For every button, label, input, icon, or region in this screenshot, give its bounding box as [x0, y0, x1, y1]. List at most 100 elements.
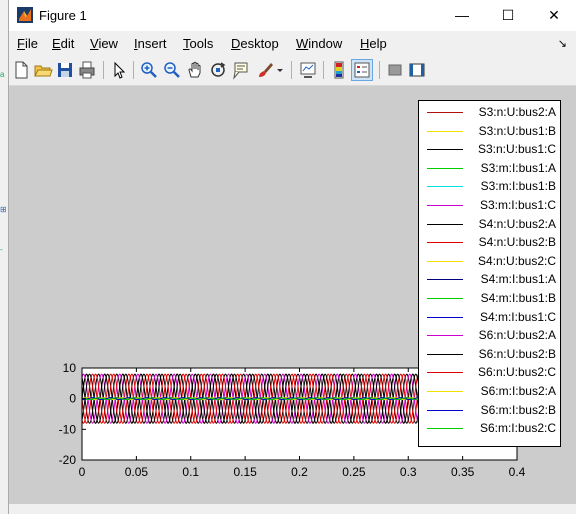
legend-line-swatch: [427, 428, 463, 430]
insert-colorbar-icon[interactable]: [329, 60, 349, 80]
menu-insert[interactable]: Insert: [134, 36, 167, 51]
legend-entry[interactable]: S3:n:U:bus1:B: [419, 123, 560, 141]
show-plot-tools-icon[interactable]: [407, 60, 427, 80]
legend-line-swatch: [427, 223, 463, 225]
figure-window: Figure 1 — ☐ ✕ File Edit View Insert Too…: [8, 0, 576, 514]
legend-label: S4:m:I:bus1:B: [480, 291, 556, 305]
legend-line-swatch: [427, 335, 463, 337]
legend-entry[interactable]: S4:n:U:bus2:C: [419, 253, 560, 271]
legend-entry[interactable]: S3:m:I:bus1:C: [419, 197, 560, 215]
legend-entry[interactable]: S4:m:I:bus1:B: [419, 290, 560, 308]
y-tick-label: -20: [59, 453, 77, 467]
menu-edit[interactable]: Edit: [52, 36, 74, 51]
legend-label: S4:m:I:bus1:A: [480, 272, 556, 287]
legend-entry[interactable]: S4:n:U:bus2:A: [419, 216, 560, 234]
x-tick-label: 0.2: [291, 465, 308, 479]
legend-box[interactable]: S3:n:U:bus2:A S3:n:U:bus1:B S3:n:U:bus1:C S…: [418, 100, 561, 447]
legend-line-swatch: [427, 372, 463, 374]
menu-file[interactable]: File: [17, 36, 38, 51]
print-icon[interactable]: [77, 60, 97, 80]
toolbar-separator: [323, 61, 324, 79]
legend-entry[interactable]: S4:n:U:bus2:B: [419, 234, 560, 252]
legend-label: S3:m:I:bus1:C: [479, 198, 556, 212]
toolbar-separator: [133, 61, 134, 79]
y-tick-label: -10: [59, 422, 77, 436]
legend-line-swatch: [427, 130, 463, 132]
legend-entry[interactable]: S4:m:I:bus1:C: [419, 309, 560, 327]
legend-label: S6:m:I:bus2:A: [480, 384, 556, 398]
legend-line-swatch: [427, 167, 463, 169]
legend-label: S3:m:I:bus1:B: [480, 179, 556, 194]
pan-hand-icon[interactable]: [185, 60, 205, 80]
open-file-icon[interactable]: [33, 60, 53, 80]
legend-entry[interactable]: S6:m:I:bus2:A: [419, 383, 560, 401]
hide-plot-tools-icon[interactable]: [385, 60, 405, 80]
legend-label: S4:n:U:bus2:C: [477, 253, 556, 268]
legend-line-swatch: [427, 260, 463, 262]
close-button[interactable]: ✕: [531, 0, 576, 31]
menu-help[interactable]: Help: [360, 36, 387, 51]
legend-line-swatch: [427, 391, 463, 392]
background-window-fragment: -: [0, 245, 3, 254]
minimize-button[interactable]: —: [439, 0, 485, 31]
edit-plot-arrow-icon[interactable]: [109, 60, 129, 80]
legend-label: S6:n:U:bus2:B: [478, 346, 556, 361]
legend-line-swatch: [427, 186, 463, 188]
legend-entry[interactable]: S3:m:I:bus1:A: [419, 160, 560, 178]
legend-line-swatch: [427, 149, 463, 151]
zoom-out-icon[interactable]: [162, 60, 182, 80]
menu-window[interactable]: Window: [296, 36, 342, 51]
background-window-fragment: ⊞: [0, 205, 7, 214]
x-tick-label: 0.3: [400, 465, 417, 479]
brush-dropdown-icon[interactable]: [275, 60, 285, 80]
figure-canvas: 0 0.05 0.1 0.15 0.2 0.25 0.3 0.35 0.4 10 0 -10 -20 S…: [9, 86, 576, 504]
title-bar: Figure 1 — ☐ ✕: [9, 0, 576, 31]
matlab-icon: [17, 7, 33, 23]
figure-status-strip: [9, 504, 576, 514]
legend-entry[interactable]: S3:n:U:bus1:C: [419, 141, 560, 159]
brush-icon[interactable]: [255, 60, 275, 80]
legend-line-swatch: [427, 353, 463, 355]
menu-tools[interactable]: Tools: [183, 36, 213, 51]
window-title: Figure 1: [39, 8, 87, 23]
zoom-in-icon[interactable]: [139, 60, 159, 80]
legend-label: S6:m:I:bus2:C: [479, 421, 556, 436]
legend-label: S4:n:U:bus2:B: [478, 235, 556, 250]
link-plot-icon[interactable]: [298, 60, 318, 80]
insert-legend-icon[interactable]: [351, 59, 373, 81]
legend-entry[interactable]: S3:n:U:bus2:A: [419, 104, 560, 122]
legend-label: S4:n:U:bus2:A: [478, 216, 556, 231]
x-tick-label: 0.25: [342, 465, 366, 479]
legend-entry[interactable]: S6:m:I:bus2:C: [419, 420, 560, 438]
legend-label: S6:n:U:bus2:C: [477, 365, 556, 380]
rotate-3d-icon[interactable]: [208, 60, 228, 80]
toolbar-separator: [103, 61, 104, 79]
new-figure-icon[interactable]: [11, 60, 31, 80]
x-tick-label: 0.15: [233, 465, 257, 479]
x-tick-label: 0.35: [451, 465, 475, 479]
legend-entry[interactable]: S4:m:I:bus1:A: [419, 271, 560, 289]
dock-figure-icon[interactable]: ↘: [558, 37, 567, 50]
legend-entry[interactable]: S6:n:U:bus2:B: [419, 346, 560, 364]
legend-line-swatch: [427, 112, 463, 113]
x-tick-label: 0: [79, 465, 86, 479]
legend-line-swatch: [427, 242, 463, 244]
legend-label: S6:m:I:bus2:B: [480, 402, 556, 417]
menu-view[interactable]: View: [90, 36, 118, 51]
legend-line-swatch: [427, 279, 463, 281]
legend-entry[interactable]: S6:m:I:bus2:B: [419, 402, 560, 420]
menu-desktop[interactable]: Desktop: [231, 36, 279, 51]
legend-entry[interactable]: S6:n:U:bus2:A: [419, 327, 560, 345]
maximize-button[interactable]: ☐: [485, 0, 531, 31]
legend-entry[interactable]: S3:m:I:bus1:B: [419, 178, 560, 196]
save-icon[interactable]: [55, 60, 75, 80]
legend-label: S6:n:U:bus2:A: [478, 328, 556, 343]
data-cursor-icon[interactable]: [231, 60, 251, 80]
legend-entry[interactable]: S6:n:U:bus2:C: [419, 364, 560, 382]
menu-bar: File Edit View Insert Tools Desktop Wind…: [9, 31, 576, 57]
x-tick-label: 0.4: [509, 465, 526, 479]
legend-line-swatch: [427, 316, 463, 318]
y-tick-label: 10: [63, 361, 77, 375]
legend-label: S3:m:I:bus1:A: [480, 160, 556, 175]
legend-line-swatch: [427, 205, 463, 206]
